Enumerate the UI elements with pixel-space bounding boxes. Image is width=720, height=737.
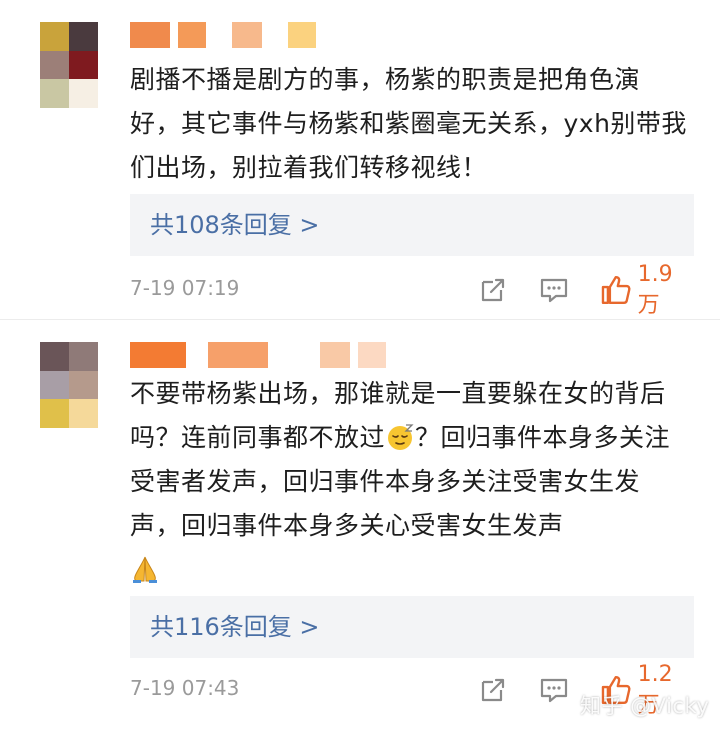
timestamp: 7-19 07:19 xyxy=(130,276,240,300)
view-replies-button[interactable]: 共116条回复 > xyxy=(130,596,694,658)
user-avatar[interactable] xyxy=(40,342,98,428)
avatar-tile xyxy=(69,399,98,428)
comment-icon[interactable] xyxy=(536,672,572,708)
name-tile xyxy=(208,342,268,368)
avatar-tile xyxy=(69,79,98,108)
avatar-tile xyxy=(40,22,69,51)
avatar-tile xyxy=(69,50,98,80)
avatar-tile xyxy=(40,50,69,80)
avatar-tile xyxy=(40,399,69,428)
comment-text: 剧播不播是剧方的事，杨紫的职责是把角色演好，其它事件与杨紫和紫圈毫无关系，yxh… xyxy=(130,65,687,182)
name-tile xyxy=(130,342,186,368)
timestamp: 7-19 07:43 xyxy=(130,676,240,700)
share-icon[interactable] xyxy=(475,272,511,308)
name-tile xyxy=(320,342,350,368)
sleepy-face-emoji xyxy=(388,424,414,450)
name-tile xyxy=(178,22,206,48)
avatar-tile xyxy=(40,342,69,371)
avatar-tile xyxy=(40,79,69,108)
username-mosaic[interactable] xyxy=(130,22,316,48)
comment-1: 剧播不播是剧方的事，杨紫的职责是把角色演好，其它事件与杨紫和紫圈毫无关系，yxh… xyxy=(0,0,720,318)
avatar-tile xyxy=(40,370,69,400)
view-replies-button[interactable]: 共108条回复 > xyxy=(130,194,694,256)
name-tile xyxy=(288,22,316,48)
avatar-tile xyxy=(69,370,98,400)
comment-icon[interactable] xyxy=(536,272,572,308)
name-tile xyxy=(358,342,386,368)
name-tile xyxy=(130,22,170,48)
divider xyxy=(0,319,720,320)
watermark: 知乎 @Vicky xyxy=(580,694,710,718)
comment-meta: 7-19 07:19 1.9万 xyxy=(130,262,694,318)
user-avatar[interactable] xyxy=(40,22,98,108)
avatar-tile xyxy=(69,22,98,51)
comment-text: 不要带杨紫出场，那谁就是一直要躲在女的背后吗？连前同事都不放过 ？回归事件本身多… xyxy=(130,372,690,592)
like-count: 1.9万 xyxy=(637,261,673,318)
folded-hands-emoji xyxy=(133,556,157,583)
thumbs-up-icon xyxy=(601,275,631,305)
like-button[interactable]: 1.9万 xyxy=(600,262,694,318)
share-icon[interactable] xyxy=(475,672,511,708)
name-tile xyxy=(232,22,262,48)
username-mosaic[interactable] xyxy=(130,342,386,368)
avatar-tile xyxy=(69,342,98,371)
comment-2: 不要带杨紫出场，那谁就是一直要躲在女的背后吗？连前同事都不放过 ？回归事件本身多… xyxy=(0,322,720,737)
